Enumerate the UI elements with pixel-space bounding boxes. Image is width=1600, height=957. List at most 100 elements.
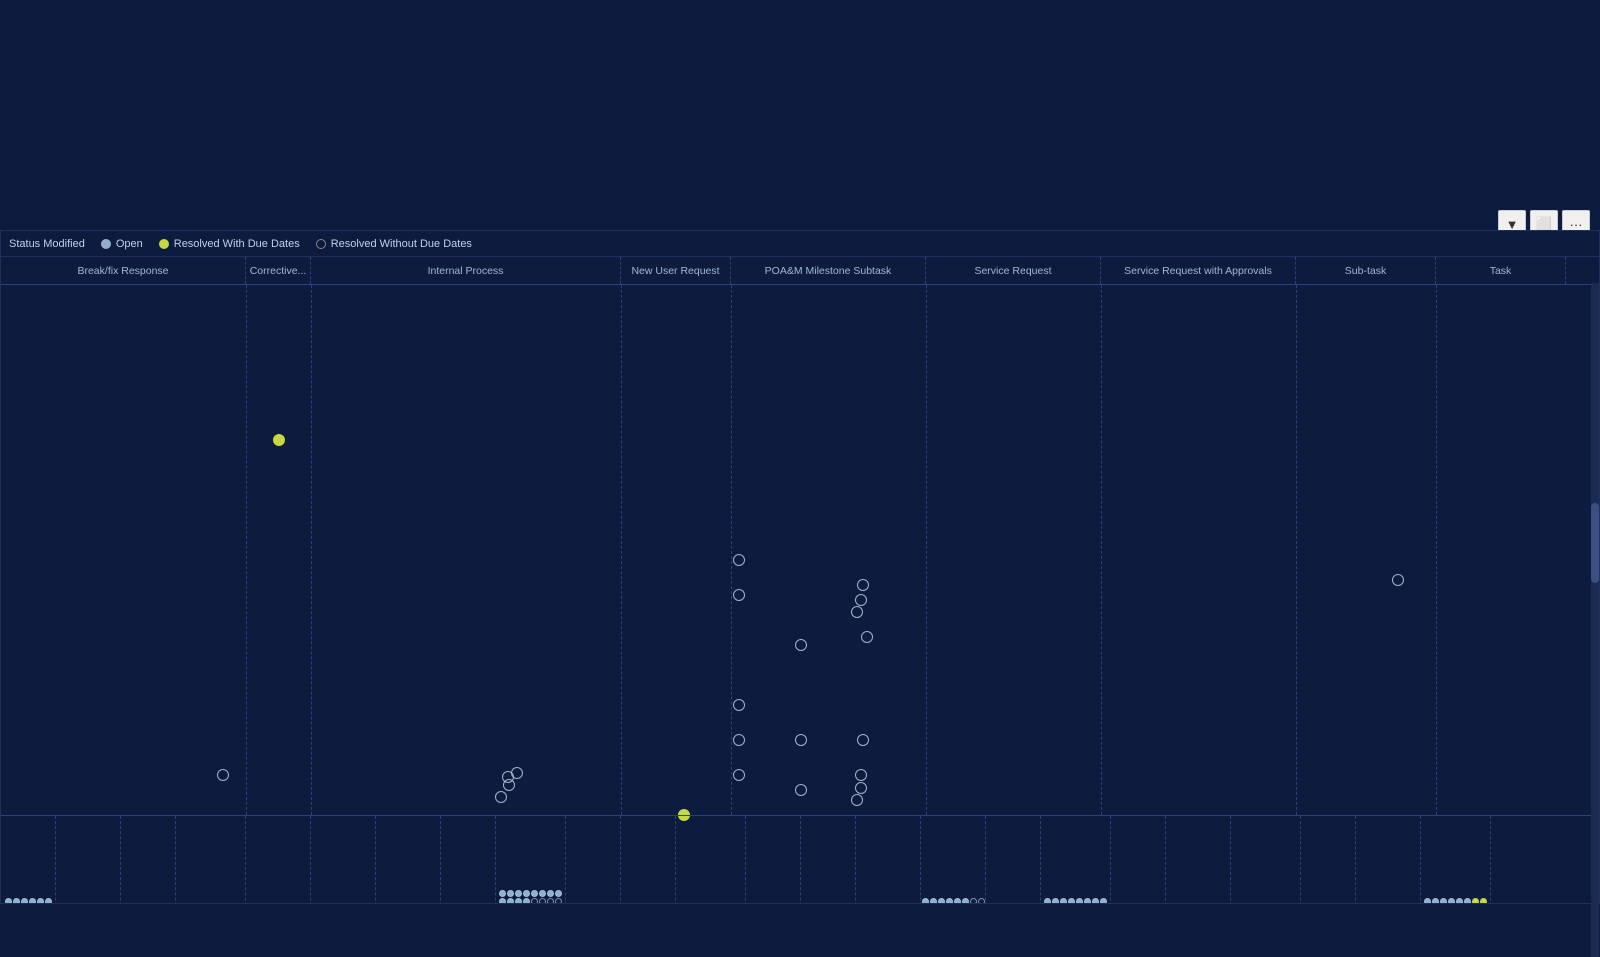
col-header-service: Service Request [926, 257, 1101, 284]
cluster-col-17[interactable]: Medium [1041, 816, 1111, 903]
col-header-serviceapproval: Service Request with Approvals [1101, 257, 1296, 284]
mini-dot [555, 890, 562, 897]
cluster-dots [921, 898, 985, 903]
cluster-col-22[interactable]: Medium [1356, 816, 1421, 903]
open-dot-icon [101, 239, 111, 249]
cluster-col-4[interactable]: Medium [246, 816, 311, 903]
cluster-col-10[interactable]: High [621, 816, 676, 903]
scatter-dot[interactable] [502, 771, 514, 783]
scatter-dot[interactable] [733, 589, 745, 601]
scatter-dot[interactable] [855, 594, 867, 606]
legend-bar: Status Modified Open Resolved With Due D… [1, 231, 1599, 257]
cluster-col-0[interactable]: High [1, 816, 56, 903]
scatter-dot[interactable] [861, 631, 873, 643]
cluster-col-23[interactable]: Medium [1421, 816, 1491, 903]
mini-dot [13, 898, 20, 903]
cluster-col-9[interactable]: Minor [566, 816, 621, 903]
scatter-dot[interactable] [733, 734, 745, 746]
mini-dot [946, 898, 953, 903]
scatter-dot[interactable] [1392, 574, 1404, 586]
mini-dot [499, 890, 506, 897]
scatter-dot[interactable] [733, 769, 745, 781]
cluster-col-1[interactable]: Highest [56, 816, 121, 903]
legend-open-label: Open [116, 238, 143, 250]
scatter-dot[interactable] [795, 734, 807, 746]
cluster-col-2[interactable]: Low [121, 816, 176, 903]
mini-dot [970, 898, 977, 903]
mini-dot [1068, 898, 1075, 903]
scrollbar-thumb[interactable] [1591, 503, 1599, 583]
cluster-col-8[interactable]: Medium [496, 816, 566, 903]
cluster-col-20[interactable]: Medium [1231, 816, 1301, 903]
mini-dot [922, 898, 929, 903]
bottom-clusters: HighHighestLowMediumMediumHighHighestLow… [1, 815, 1599, 903]
mini-dot [1448, 898, 1455, 903]
top-area [0, 0, 1600, 230]
col-header-task: Task [1436, 257, 1566, 284]
mini-dot [37, 898, 44, 903]
cluster-dots [496, 890, 565, 903]
scatter-dot[interactable] [851, 794, 863, 806]
mini-dot [1480, 898, 1487, 903]
mini-dot [1052, 898, 1059, 903]
cluster-col-21[interactable]: High [1301, 816, 1356, 903]
scatter-dot[interactable] [795, 784, 807, 796]
cluster-col-14[interactable]: Medium [856, 816, 921, 903]
mini-dot [1432, 898, 1439, 903]
scatter-dot[interactable] [855, 769, 867, 781]
scatter-dot[interactable] [733, 554, 745, 566]
mini-dot [1084, 898, 1091, 903]
mini-dot [962, 898, 969, 903]
cluster-col-12[interactable]: High [746, 816, 801, 903]
col-header-internal: Internal Process [311, 257, 621, 284]
cluster-col-11[interactable]: Medium [676, 816, 746, 903]
mini-dot [1472, 898, 1479, 903]
cluster-col-6[interactable]: Highest [376, 816, 441, 903]
scatter-dot[interactable] [857, 579, 869, 591]
mini-dot [1424, 898, 1431, 903]
cluster-col-3[interactable]: Medium [176, 816, 246, 903]
resolved-with-dot-icon [159, 239, 169, 249]
cluster-col-15[interactable]: High [921, 816, 986, 903]
cluster-col-7[interactable]: Low [441, 816, 496, 903]
mini-dot [1044, 898, 1051, 903]
cluster-dots [1421, 898, 1490, 903]
legend-title: Status Modified [9, 238, 85, 250]
mini-dot [547, 898, 554, 903]
scatter-dot[interactable] [733, 699, 745, 711]
scatter-dot[interactable] [795, 639, 807, 651]
mini-dot [507, 890, 514, 897]
col-header-newuser: New User Request [621, 257, 731, 284]
scatter-dot[interactable] [855, 782, 867, 794]
mini-dot [523, 890, 530, 897]
scatter-dot[interactable] [857, 734, 869, 746]
mini-dot [29, 898, 36, 903]
cluster-col-5[interactable]: High [311, 816, 376, 903]
scatter-plot [1, 285, 1599, 815]
scrollbar[interactable] [1591, 283, 1599, 957]
cluster-col-16[interactable]: Low [986, 816, 1041, 903]
mini-dot [547, 890, 554, 897]
mini-dot [1456, 898, 1463, 903]
col-header-subtask: Sub-task [1296, 257, 1436, 284]
scatter-dot[interactable] [217, 769, 229, 781]
mini-dot [539, 898, 546, 903]
cluster-col-18[interactable]: High [1111, 816, 1166, 903]
scatter-dot[interactable] [851, 606, 863, 618]
cluster-dots [1, 898, 55, 903]
mini-dot [954, 898, 961, 903]
mini-dot [21, 898, 28, 903]
mini-dot [1060, 898, 1067, 903]
mini-dot [515, 898, 522, 903]
mini-dot [930, 898, 937, 903]
mini-dot [539, 890, 546, 897]
scatter-dot[interactable] [495, 791, 507, 803]
mini-dot [978, 898, 985, 903]
chart-container: Status Modified Open Resolved With Due D… [0, 230, 1600, 904]
cluster-col-13[interactable]: Low [801, 816, 856, 903]
scatter-dot[interactable] [273, 434, 285, 446]
cluster-col-19[interactable]: Highest [1166, 816, 1231, 903]
col-header-corrective: Corrective... [246, 257, 311, 284]
mini-dot [1464, 898, 1471, 903]
mini-dot [1100, 898, 1107, 903]
